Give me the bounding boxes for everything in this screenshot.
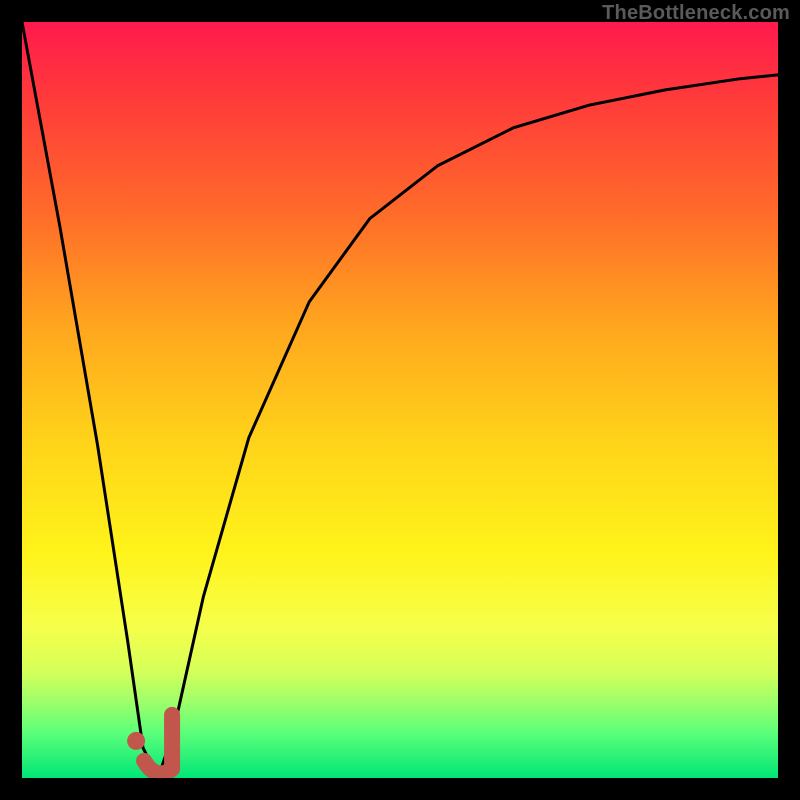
- j-marker: [144, 715, 172, 774]
- chart-frame: TheBottleneck.com: [0, 0, 800, 800]
- j-marker-dot: [127, 732, 145, 750]
- bottleneck-curve-path: [22, 22, 778, 778]
- watermark-text: TheBottleneck.com: [602, 2, 790, 25]
- plot-area: [22, 22, 778, 778]
- curve-layer: [22, 22, 778, 778]
